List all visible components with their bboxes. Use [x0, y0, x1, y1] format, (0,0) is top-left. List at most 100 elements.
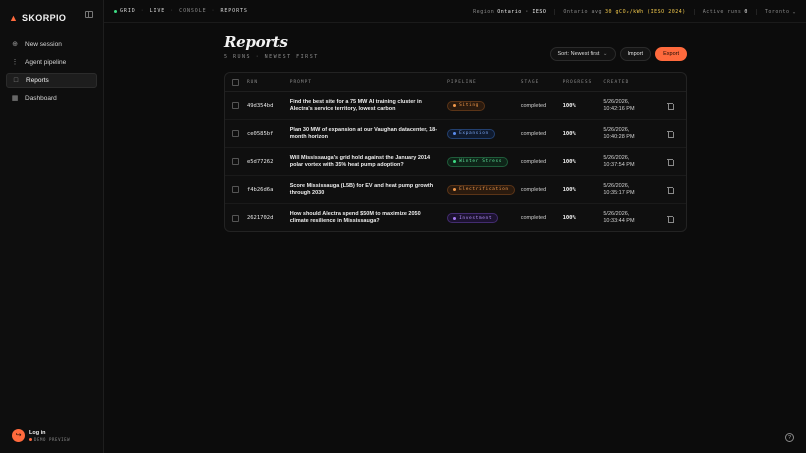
row-checkbox[interactable] — [232, 186, 239, 193]
sort-dropdown[interactable]: Sort: Newest first ⌄ — [549, 47, 616, 61]
login-button[interactable]: ↪ Log in DEMO PREVIEW — [12, 429, 70, 442]
avg-value: 30 gCO₂/kWh (IESO 2024) — [605, 8, 686, 15]
row-checkbox[interactable] — [232, 102, 239, 109]
login-subtitle: DEMO PREVIEW — [34, 436, 71, 442]
header-created[interactable]: CREATED — [603, 80, 667, 85]
header-stage[interactable]: STAGE — [521, 80, 563, 85]
brand[interactable]: ▲ SKORPIO — [6, 9, 97, 27]
table-row[interactable]: ce0585bf Plan 30 MW of expansion at our … — [225, 120, 686, 148]
table-header: RUN PROMPT PIPELINE STAGE PROGRESS CREAT… — [225, 73, 686, 92]
import-button[interactable]: Import — [619, 47, 652, 61]
row-select-cell — [225, 158, 247, 165]
run-id[interactable]: ce0585bf — [247, 131, 274, 137]
header-prompt[interactable]: PROMPT — [290, 80, 447, 85]
progress-text: 100% — [562, 158, 576, 165]
sidebar-item-label: Reports — [26, 77, 49, 84]
region-value: Ontario · IESO — [497, 8, 547, 15]
runs-label: Active runs — [702, 8, 742, 15]
trash-icon[interactable] — [667, 102, 675, 110]
row-select-cell — [225, 130, 247, 137]
runs-value: 0 — [744, 8, 748, 15]
grid-icon: ▦ — [11, 94, 19, 102]
stage-text: completed — [520, 215, 547, 221]
pipeline-dot-icon — [453, 216, 457, 220]
city-selector[interactable]: Toronto ⌄ — [755, 8, 796, 15]
header-run[interactable]: RUN — [247, 80, 290, 85]
avg-label: Ontario avg — [563, 8, 603, 15]
created-time: 10:42:16 PM — [603, 105, 635, 112]
prompt-text: Plan 30 MW of expansion at our Vaughan d… — [289, 126, 438, 140]
row-select-cell — [225, 102, 247, 109]
table-row[interactable]: 2621702d How should Alectra spend $50M t… — [225, 204, 686, 231]
table-row[interactable]: e5d77262 Will Mississauga's grid hold ag… — [225, 148, 686, 176]
prompt-text: Find the best site for a 75 MW AI traini… — [289, 98, 422, 112]
created-time: 10:37:54 PM — [603, 161, 635, 168]
trash-icon[interactable] — [667, 186, 675, 194]
row-checkbox[interactable] — [232, 158, 239, 165]
created-date: 5/26/2026, — [603, 154, 630, 161]
plus-circle-icon: ⊕ — [12, 40, 18, 48]
region-label: Region — [473, 8, 495, 15]
breadcrumb-console[interactable]: CONSOLE — [179, 8, 206, 14]
progress-text: 100% — [562, 215, 576, 221]
table-row[interactable]: 49d354bd Find the best site for a 75 MW … — [225, 92, 686, 120]
stage-text: completed — [520, 130, 547, 137]
prompt-text: Score Mississauga (L5B) for EV and heat … — [289, 182, 434, 196]
row-checkbox[interactable] — [232, 214, 239, 222]
topbar-status: Region Ontario · IESO Ontario avg 30 gCO… — [457, 0, 796, 23]
pipeline-dot-icon — [453, 188, 457, 191]
sidebar-item-reports[interactable]: □ Reports — [6, 73, 97, 88]
run-id[interactable]: e5d77262 — [247, 159, 274, 165]
sidebar-item-label: New session — [25, 41, 62, 48]
trash-icon[interactable] — [667, 158, 675, 166]
pipeline-label: Siting — [459, 103, 479, 108]
run-id[interactable]: 49d354bd — [247, 103, 274, 109]
pipeline-badge: Electrification — [447, 184, 515, 195]
help-icon[interactable]: ? — [785, 433, 794, 442]
login-title: Log in — [29, 429, 46, 436]
main-area: GRID · LIVE · CONSOLE · REPORTS Region O… — [104, 0, 806, 453]
pipeline-dot-icon — [453, 104, 457, 107]
login-icon: ↪ — [12, 429, 25, 442]
city-value: Toronto — [764, 8, 790, 15]
sidebar-item-agent-pipeline[interactable]: ⋮ Agent pipeline — [6, 55, 97, 70]
created-date: 5/26/2026, — [603, 211, 630, 218]
header-progress[interactable]: PROGRESS — [563, 80, 604, 85]
created-date: 5/26/2026, — [603, 98, 630, 105]
table-row[interactable]: f4b26d6a Score Mississauga (L5B) for EV … — [225, 176, 686, 204]
breadcrumb-separator: · — [211, 8, 216, 14]
stage-text: completed — [520, 102, 547, 109]
trash-icon[interactable] — [667, 130, 675, 138]
sidebar-item-label: Agent pipeline — [25, 59, 67, 66]
progress-text: 100% — [562, 102, 576, 109]
sidebar-item-dashboard[interactable]: ▦ Dashboard — [6, 91, 97, 106]
breadcrumb-grid[interactable]: GRID — [120, 8, 136, 14]
progress-text: 100% — [562, 130, 576, 137]
pipeline-dot-icon — [453, 132, 457, 135]
sidebar-collapse-icon[interactable] — [85, 11, 93, 18]
header-pipeline[interactable]: PIPELINE — [447, 80, 521, 85]
region-indicator[interactable]: Region Ontario · IESO — [465, 9, 546, 15]
toolbar: Sort: Newest first ⌄ Import Export — [546, 47, 687, 61]
row-checkbox[interactable] — [232, 130, 239, 137]
login-subtitle-row: DEMO PREVIEW — [29, 437, 70, 442]
breadcrumb-live[interactable]: LIVE — [150, 8, 166, 14]
app-window: ▲ SKORPIO ⊕ New session ⋮ Agent pipeline… — [0, 0, 806, 453]
run-id[interactable]: f4b26d6a — [247, 187, 274, 193]
reports-table: RUN PROMPT PIPELINE STAGE PROGRESS CREAT… — [224, 72, 687, 232]
run-id[interactable]: 2621702d — [247, 215, 274, 221]
select-all-checkbox[interactable] — [232, 78, 239, 86]
status-dot-icon — [29, 437, 32, 441]
breadcrumb-reports: REPORTS — [220, 8, 248, 14]
pipeline-label: Winter Stress — [459, 159, 503, 164]
sort-label: Sort: Newest first — [557, 51, 600, 57]
pipeline-badge: Investment — [447, 213, 499, 223]
sidebar-item-new-session[interactable]: ⊕ New session — [6, 37, 97, 52]
pipeline-label: Investment — [459, 215, 493, 221]
created-date: 5/26/2026, — [603, 182, 630, 189]
created-time: 10:40:28 PM — [603, 133, 635, 140]
trash-icon[interactable] — [667, 215, 675, 223]
select-all-cell — [225, 78, 247, 86]
progress-text: 100% — [562, 186, 576, 193]
export-button[interactable]: Export — [655, 47, 687, 61]
